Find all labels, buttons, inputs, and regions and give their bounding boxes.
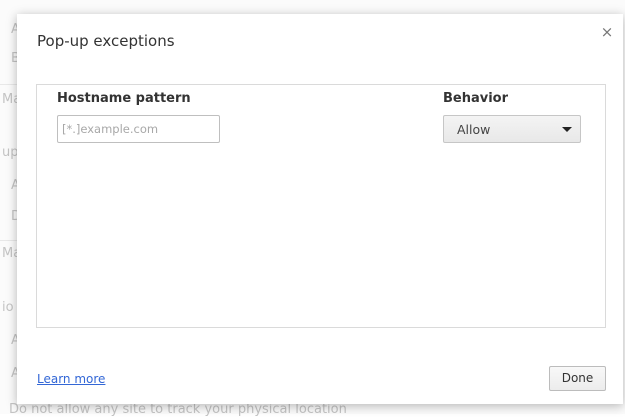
behavior-selected-value: Allow (457, 122, 491, 137)
behavior-select[interactable]: Allow (443, 115, 581, 143)
hostname-column-header: Hostname pattern (57, 91, 191, 106)
learn-more-link[interactable]: Learn more (37, 372, 105, 386)
chevron-down-icon (562, 127, 572, 132)
behavior-column-header: Behavior (443, 91, 509, 106)
background-fragment: io (2, 300, 14, 315)
done-button[interactable]: Done (549, 366, 606, 391)
hostname-pattern-input[interactable] (57, 115, 220, 143)
popup-exceptions-dialog: Pop-up exceptions × Hostname pattern Beh… (17, 14, 623, 404)
background-footer-text: Do not allow any site to track your phys… (9, 402, 347, 417)
close-icon[interactable]: × (599, 24, 615, 40)
dialog-title: Pop-up exceptions (37, 32, 175, 50)
